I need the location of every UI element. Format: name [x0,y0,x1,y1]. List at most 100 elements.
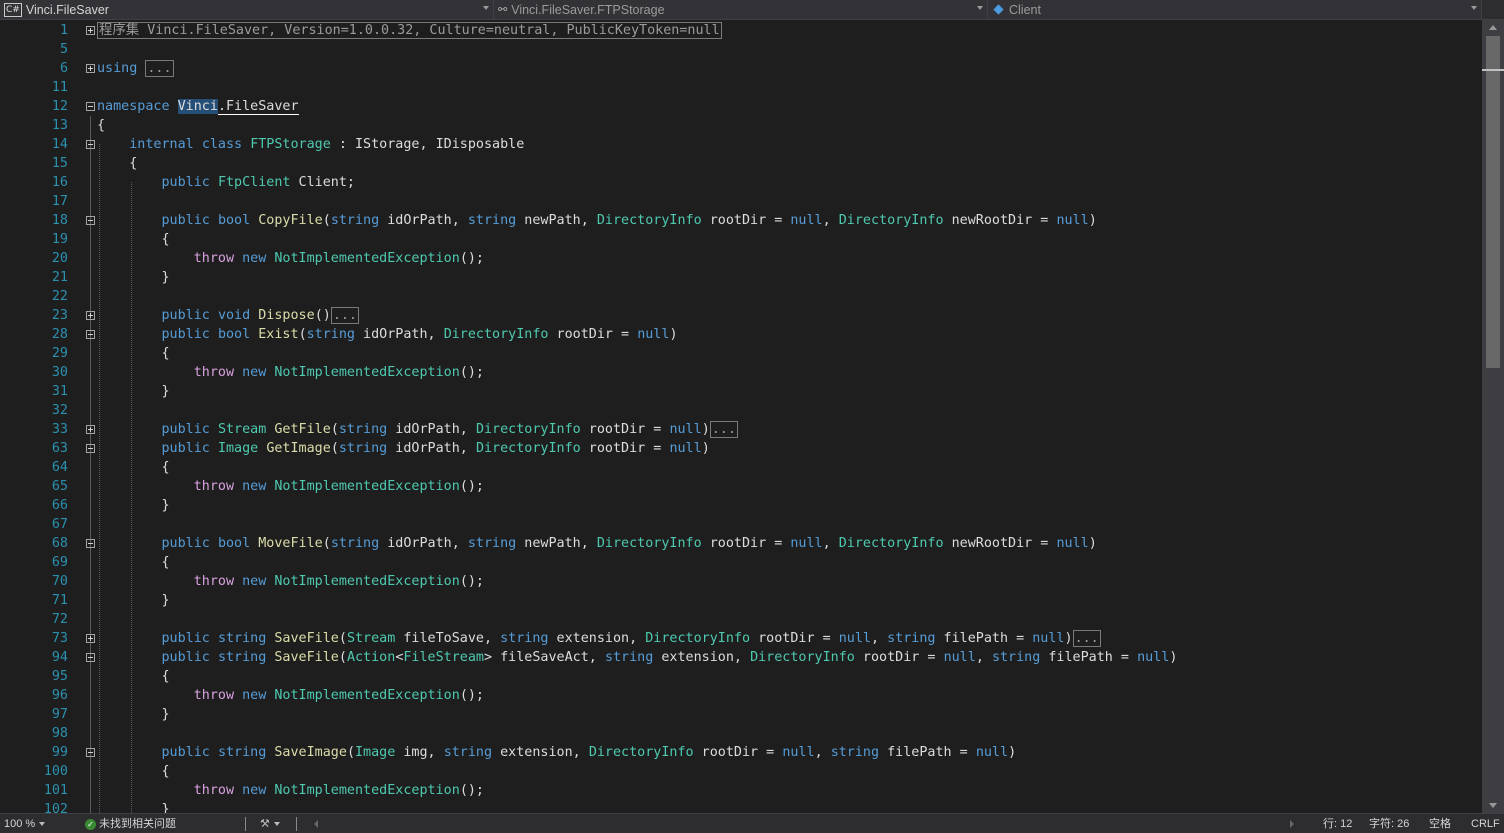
collapsed-region[interactable]: ... [330,307,359,324]
code-line[interactable]: 70 throw new NotImplementedException(); [0,572,1482,591]
code-line[interactable]: 94 public string SaveFile(Action<FileStr… [0,648,1482,667]
expand-icon[interactable] [86,64,95,73]
code-line[interactable]: 99 public string SaveImage(Image img, st… [0,743,1482,762]
code-token: bool [217,213,251,228]
line-number: 16 [51,175,68,190]
line-ending-indicator[interactable]: CRLF [1471,816,1500,832]
collapse-icon[interactable] [86,102,95,111]
vertical-scrollbar[interactable] [1482,20,1504,813]
navigation-bar: C# Vinci.FileSaver ⚯ Vinci.FileSaver.FTP… [0,0,1504,20]
expand-icon[interactable] [86,311,95,320]
code-line[interactable]: 19 { [0,230,1482,249]
code-token: idOrPath, [379,213,468,228]
collapse-icon[interactable] [86,444,95,453]
code-line[interactable]: 13 { [0,116,1482,135]
expand-icon[interactable] [86,425,95,434]
scroll-left-icon[interactable] [314,820,318,828]
indent-indicator[interactable]: 空格 [1429,816,1451,832]
line-indicator[interactable]: 行: 12 [1323,816,1352,832]
code-line[interactable]: 73 public string SaveFile(Stream fileToS… [0,629,1482,648]
code-line[interactable]: 97 } [0,705,1482,724]
code-line[interactable]: 96 throw new NotImplementedException(); [0,686,1482,705]
scroll-down-icon[interactable] [1489,803,1497,808]
code-line[interactable]: 32 [0,401,1482,420]
chevron-down-icon [483,6,489,10]
code-line[interactable]: 31 } [0,382,1482,401]
code-token: public [161,536,210,551]
code-token: ) [701,441,710,456]
code-line[interactable]: 22 [0,287,1482,306]
code-line[interactable]: 11 [0,78,1482,97]
code-token: extension, [492,745,589,760]
collapse-icon[interactable] [86,216,95,225]
divider [245,817,246,831]
code-line[interactable]: 1 程序集 Vinci.FileSaver, Version=1.0.0.32, … [0,21,1482,40]
line-number: 65 [51,479,68,494]
code-token: string [338,441,388,456]
code-line[interactable]: 63 public Image GetImage(string idOrPath… [0,439,1482,458]
code-line[interactable]: 71 } [0,591,1482,610]
code-token: rootDir = [750,631,839,646]
code-line[interactable]: 30 throw new NotImplementedException(); [0,363,1482,382]
zoom-level[interactable]: 100 % [4,816,46,832]
collapse-icon[interactable] [86,330,95,339]
code-cleanup-button[interactable]: ⚒ [260,816,280,832]
code-line[interactable]: 101 throw new NotImplementedException(); [0,781,1482,800]
code-line[interactable]: 28 public bool Exist(string idOrPath, Di… [0,325,1482,344]
expand-icon[interactable] [86,634,95,643]
code-line[interactable]: 5 [0,40,1482,59]
code-line[interactable]: 95 { [0,667,1482,686]
scroll-thumb[interactable] [1486,36,1500,368]
code-token: { [97,764,170,779]
code-line[interactable]: 67 [0,515,1482,534]
code-line[interactable]: 64 { [0,458,1482,477]
issues-indicator[interactable]: ✓ 未找到相关问题 [85,816,176,832]
collapse-icon[interactable] [86,539,95,548]
code-token: Dispose [258,308,315,323]
line-number: 96 [51,688,68,703]
code-text: throw new NotImplementedException(); [97,781,484,800]
code-line[interactable]: 15 { [0,154,1482,173]
code-line[interactable]: 102 } [0,800,1482,813]
code-line[interactable]: 65 throw new NotImplementedException(); [0,477,1482,496]
code-line[interactable]: 100 { [0,762,1482,781]
code-line[interactable]: 20 throw new NotImplementedException(); [0,249,1482,268]
code-line[interactable]: 98 [0,724,1482,743]
project-dropdown[interactable]: C# Vinci.FileSaver [0,0,494,19]
member-dropdown[interactable]: Client [988,0,1482,19]
char-indicator[interactable]: 字符: 26 [1369,816,1409,832]
collapse-icon[interactable] [86,140,95,149]
scroll-right-icon[interactable] [1290,820,1294,828]
expand-icon[interactable] [86,26,95,35]
code-token: newRootDir = [943,536,1057,551]
scroll-up-icon[interactable] [1489,25,1497,30]
code-line[interactable]: 17 [0,192,1482,211]
collapsed-region[interactable]: ... [1072,630,1101,647]
code-token: null [1137,650,1170,665]
code-line[interactable]: 29 { [0,344,1482,363]
line-number: 32 [51,403,68,418]
collapse-icon[interactable] [86,748,95,757]
code-line[interactable]: 14 internal class FTPStorage : IStorage,… [0,135,1482,154]
code-line[interactable]: 33 public Stream GetFile(string idOrPath… [0,420,1482,439]
code-line[interactable]: 16 public FtpClient Client; [0,173,1482,192]
collapsed-region[interactable]: ... [709,421,738,438]
code-line[interactable]: 66 } [0,496,1482,515]
collapsed-region[interactable]: ... [145,60,174,77]
code-line[interactable]: 12 namespace Vinci.FileSaver [0,97,1482,116]
collapse-icon[interactable] [86,653,95,662]
code-editor[interactable]: 1 程序集 Vinci.FileSaver, Version=1.0.0.32, … [0,20,1482,813]
code-line[interactable]: 18 public bool CopyFile(string idOrPath,… [0,211,1482,230]
code-line[interactable]: 69 { [0,553,1482,572]
code-line[interactable]: 23 public void Dispose()... [0,306,1482,325]
collapsed-region[interactable]: 程序集 Vinci.FileSaver, Version=1.0.0.32, C… [97,22,722,39]
code-line[interactable]: 6 using ... [0,59,1482,78]
type-dropdown[interactable]: ⚯ Vinci.FileSaver.FTPStorage [494,0,988,19]
code-line[interactable]: 72 [0,610,1482,629]
line-number: 22 [51,289,68,304]
code-line[interactable]: 68 public bool MoveFile(string idOrPath,… [0,534,1482,553]
code-line[interactable]: 21 } [0,268,1482,287]
